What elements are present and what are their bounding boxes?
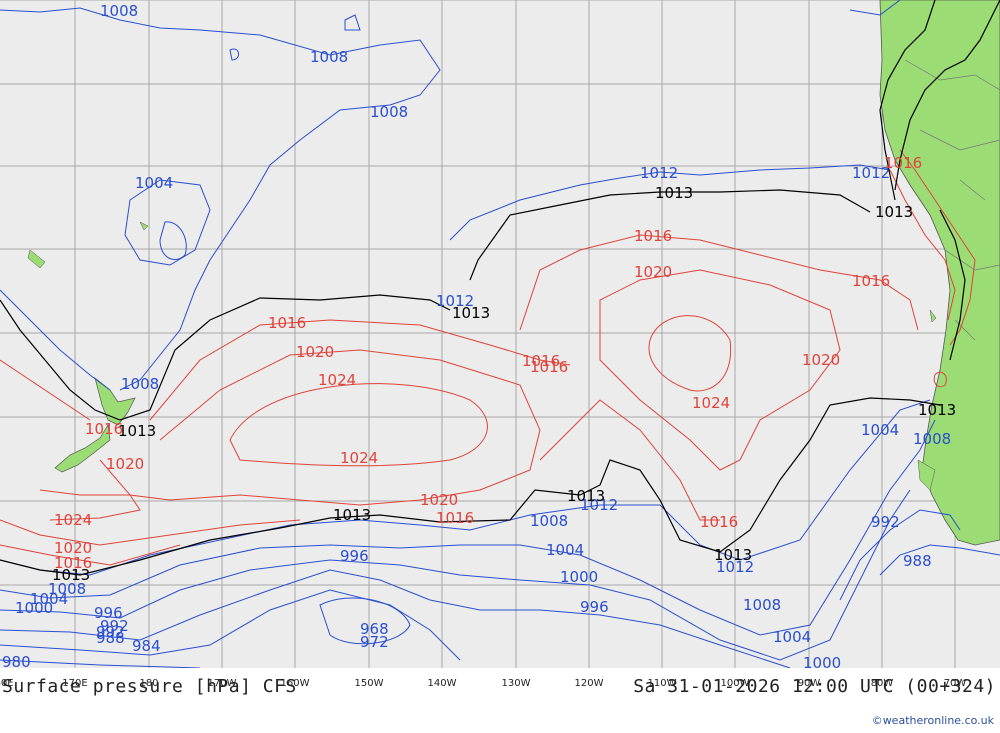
isobar-label: 1008 (913, 430, 951, 448)
lon-label: 140W (428, 678, 457, 689)
isobar-label: 1004 (861, 421, 899, 439)
sea-background (0, 0, 1000, 668)
isobar-label: 1020 (296, 343, 334, 361)
isobar-label: 1008 (121, 375, 159, 393)
isobar-label: 1012 (640, 164, 678, 182)
isobar-label: 1013 (655, 184, 693, 202)
isobar-label: 1013 (714, 546, 752, 564)
lon-label: 120W (575, 678, 604, 689)
isobar-label: 1008 (743, 596, 781, 614)
isobar-label: 988 (96, 629, 125, 647)
isobar-label: 1020 (420, 491, 458, 509)
isobar-label: 1008 (530, 512, 568, 530)
isobar-label: 1024 (318, 371, 356, 389)
isobar-label: 1016 (436, 509, 474, 527)
isobar-label: 988 (903, 552, 932, 570)
isobar-label: 1016 (522, 352, 560, 370)
isobar-label: 1016 (268, 314, 306, 332)
isobar-label: 996 (94, 604, 123, 622)
isobar-label: 1013 (333, 506, 371, 524)
isobar-label: 1013 (918, 401, 956, 419)
isobar-label: 1020 (802, 351, 840, 369)
lon-label: 150W (355, 678, 384, 689)
isobar-label: 996 (580, 598, 609, 616)
isobar-label: 1024 (692, 394, 730, 412)
isobar-label: 1024 (54, 511, 92, 529)
isobar-label: 996 (340, 547, 369, 565)
isobar-label: 1024 (340, 449, 378, 467)
isobar-label: 1000 (15, 599, 53, 617)
lon-label: 130W (502, 678, 531, 689)
isobar-label: 1004 (135, 174, 173, 192)
isobar-label: 1013 (118, 422, 156, 440)
map-datetime: Sa 31-01-2026 12:00 UTC (00+324) (633, 676, 996, 697)
isobar-label: 1013 (452, 304, 490, 322)
isobar-label: 1004 (546, 541, 584, 559)
isobar-label: 1008 (100, 2, 138, 20)
isobar-label: 1016 (852, 272, 890, 290)
map-title: Surface pressure [hPa] CFS (2, 676, 297, 697)
isobar-label: 1020 (106, 455, 144, 473)
isobar-label: 992 (871, 513, 900, 531)
credit-link[interactable]: ©weatheronline.co.uk (872, 714, 994, 727)
isobar-label: 1013 (52, 566, 90, 584)
isobar-label: 1016 (884, 154, 922, 172)
isobar-label: 1004 (773, 628, 811, 646)
isobar-label: 972 (360, 633, 389, 651)
isobar-label: 984 (132, 637, 161, 655)
isobar-label: 1013 (567, 487, 605, 505)
isobar-label: 1008 (370, 103, 408, 121)
isobar-label: 1013 (875, 203, 913, 221)
isobar-label: 1020 (634, 263, 672, 281)
pressure-map: 1008 1008 1008 1004 1008 1012 1012 1012 … (0, 0, 1000, 733)
isobar-label: 1016 (634, 227, 672, 245)
isobar-label: 1000 (560, 568, 598, 586)
isobar-label: 1008 (310, 48, 348, 66)
isobar-label: 1016 (700, 513, 738, 531)
